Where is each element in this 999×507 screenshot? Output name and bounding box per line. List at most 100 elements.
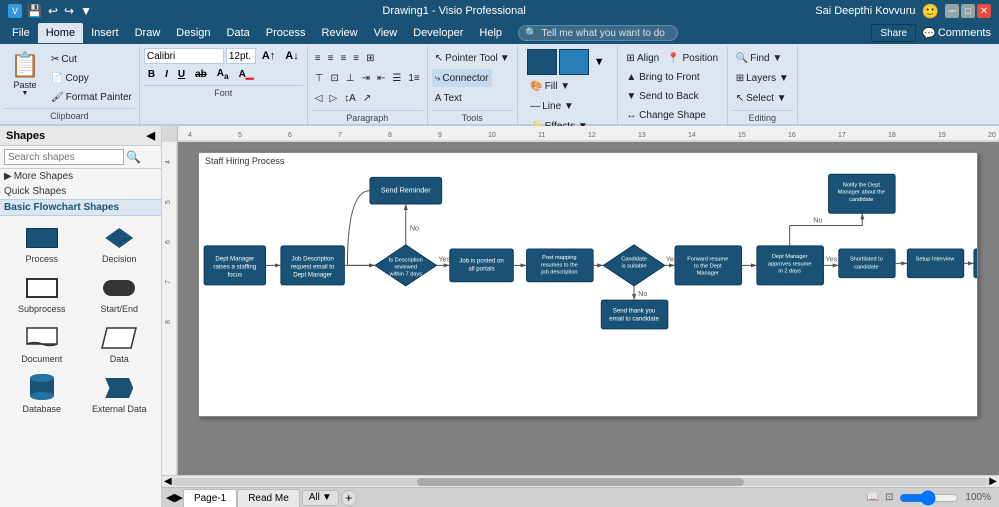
menu-process[interactable]: Process <box>258 23 314 43</box>
menu-view[interactable]: View <box>366 23 406 43</box>
menu-developer[interactable]: Developer <box>405 23 471 43</box>
more-shapes-section[interactable]: ▶ More Shapes <box>0 169 161 184</box>
format-painter-button[interactable]: 🖌Format Painter <box>48 88 135 106</box>
font-color-button[interactable]: A▁ <box>235 67 258 82</box>
find-button[interactable]: 🔍 Find ▼ <box>733 49 786 67</box>
svg-text:17: 17 <box>838 132 846 139</box>
share-button[interactable]: Share <box>871 24 916 42</box>
justify-button[interactable]: ≡ <box>350 49 362 67</box>
select-button[interactable]: ↖ Select ▼ <box>733 89 790 107</box>
numbering-button[interactable]: 1≡ <box>405 69 422 87</box>
shape-document[interactable]: Document <box>4 320 80 368</box>
shapes-search-input[interactable] <box>4 149 124 165</box>
menu-draw[interactable]: Draw <box>127 23 169 43</box>
scroll-tab-right[interactable]: ▶ <box>174 491 182 504</box>
text-tool-button[interactable]: A Text <box>432 89 465 107</box>
quick-style-2[interactable] <box>559 49 589 75</box>
font-name-input[interactable] <box>144 48 224 64</box>
menu-data[interactable]: Data <box>219 23 258 43</box>
cut-button[interactable]: ✂Cut <box>48 50 135 68</box>
comments-button[interactable]: 💬Comments <box>922 27 991 40</box>
text-direction[interactable]: ↕A <box>341 89 359 107</box>
position-button[interactable]: 📍 Position <box>664 49 721 67</box>
pointer-tool-button[interactable]: ↖ Pointer Tool ▼ <box>432 49 513 67</box>
copy-button[interactable]: 📄Copy <box>48 69 135 87</box>
scroll-right-btn[interactable]: ▶ <box>989 476 997 487</box>
shape-startend[interactable]: Start/End <box>82 270 158 318</box>
menu-review[interactable]: Review <box>314 23 366 43</box>
menu-design[interactable]: Design <box>168 23 218 43</box>
scrollbar-thumb[interactable] <box>417 478 744 486</box>
diagram-page[interactable]: Staff Hiring Process Dept Manag <box>198 152 978 417</box>
more-styles-button[interactable]: ▼ <box>591 49 607 75</box>
scroll-left-btn[interactable]: ◀ <box>164 476 172 487</box>
layers-button[interactable]: ⊞ Layers ▼ <box>733 69 792 87</box>
change-shape-button[interactable]: ↔ Change Shape <box>623 106 709 124</box>
font-size-input[interactable] <box>226 48 256 64</box>
send-to-back-button[interactable]: ▼ Send to Back <box>623 87 701 105</box>
fill-button[interactable]: 🎨 Fill ▼ <box>527 77 591 95</box>
scrollbar-track[interactable] <box>172 478 990 486</box>
indent-button[interactable]: ⇥ <box>359 69 373 87</box>
paragraph-group: ≡ ≡ ≡ ≡ ⊞ ⊤ ⊡ ⊥ ⇥ ⇤ ☰ 1≡ ◁ ▷ <box>308 46 428 124</box>
strikethrough-button[interactable]: ab <box>191 67 211 82</box>
increase-indent[interactable]: ▷ <box>326 89 340 107</box>
shape-decision[interactable]: Decision <box>82 220 158 268</box>
align-center-button[interactable]: ≡ <box>325 49 337 67</box>
collapse-shapes-button[interactable]: ◀ <box>147 129 155 142</box>
menu-insert[interactable]: Insert <box>83 23 127 43</box>
list-button[interactable]: ☰ <box>389 69 404 87</box>
shape-data[interactable]: Data <box>82 320 158 368</box>
more-paragraph-button[interactable]: ⊞ <box>363 49 377 67</box>
decrease-indent[interactable]: ◁ <box>312 89 326 107</box>
vertical-align-top[interactable]: ⊤ <box>312 69 327 87</box>
horizontal-scrollbar[interactable]: ◀ ▶ <box>162 475 999 487</box>
main-canvas[interactable]: Staff Hiring Process Dept Manag <box>178 142 999 475</box>
tell-me-box[interactable]: 🔍 Tell me what you want to do <box>518 25 678 41</box>
subscript-button[interactable]: Aa <box>213 66 233 83</box>
customize-qat-btn[interactable]: ▼ <box>79 3 93 19</box>
menu-file[interactable]: File <box>4 23 38 43</box>
page-tab-readme[interactable]: Read Me <box>237 489 300 507</box>
more-shapes-arrow: ▶ <box>4 171 12 182</box>
bold-button[interactable]: B <box>144 67 159 82</box>
align-right-button[interactable]: ≡ <box>337 49 349 67</box>
menu-help[interactable]: Help <box>471 23 510 43</box>
undo-qat-btn[interactable]: ↩ <box>47 3 59 19</box>
outdent-button[interactable]: ⇤ <box>374 69 388 87</box>
quick-shapes-section[interactable]: Quick Shapes <box>0 184 161 199</box>
shape-subprocess[interactable]: Subprocess <box>4 270 80 318</box>
italic-button[interactable]: I <box>161 67 172 82</box>
svg-text:request email to: request email to <box>291 263 335 270</box>
align-button[interactable]: ⊞ Align <box>623 49 662 67</box>
underline-button[interactable]: U <box>174 67 189 82</box>
bring-to-front-button[interactable]: ▲ Bring to Front <box>623 68 702 86</box>
zoom-level: 100% <box>965 492 991 503</box>
align-left-button[interactable]: ≡ <box>312 49 324 67</box>
maximize-button[interactable]: □ <box>961 4 975 18</box>
minimize-button[interactable]: ─ <box>945 4 959 18</box>
save-qat-btn[interactable]: 💾 <box>26 3 43 19</box>
zoom-slider[interactable] <box>899 493 959 503</box>
scroll-tab-left[interactable]: ◀ <box>166 491 174 504</box>
menu-home[interactable]: Home <box>38 23 83 43</box>
vertical-align-mid[interactable]: ⊡ <box>327 69 341 87</box>
add-page-button[interactable]: + <box>341 490 357 506</box>
more-para-options[interactable]: ↗ <box>360 89 374 107</box>
fit-page-btn[interactable]: ⊡ <box>885 492 893 503</box>
paste-button[interactable]: 📋 Paste ▼ <box>4 48 46 100</box>
page-tab-1[interactable]: Page-1 <box>183 489 237 507</box>
vertical-align-bot[interactable]: ⊥ <box>343 69 358 87</box>
font-size-decrease[interactable]: A↓ <box>281 48 302 64</box>
quick-style-1[interactable] <box>527 49 557 75</box>
connector-tool-button[interactable]: ⤷ Connector <box>432 69 492 87</box>
line-button[interactable]: — Line ▼ <box>527 97 591 115</box>
shape-process[interactable]: Process <box>4 220 80 268</box>
shape-external-data[interactable]: External Data <box>82 370 158 418</box>
tools-label: Tools <box>432 110 513 124</box>
close-button[interactable]: ✕ <box>977 4 991 18</box>
shape-database[interactable]: Database <box>4 370 80 418</box>
font-size-increase[interactable]: A↑ <box>258 48 279 64</box>
all-pages-button[interactable]: All ▼ <box>302 490 339 506</box>
redo-qat-btn[interactable]: ↪ <box>63 3 75 19</box>
